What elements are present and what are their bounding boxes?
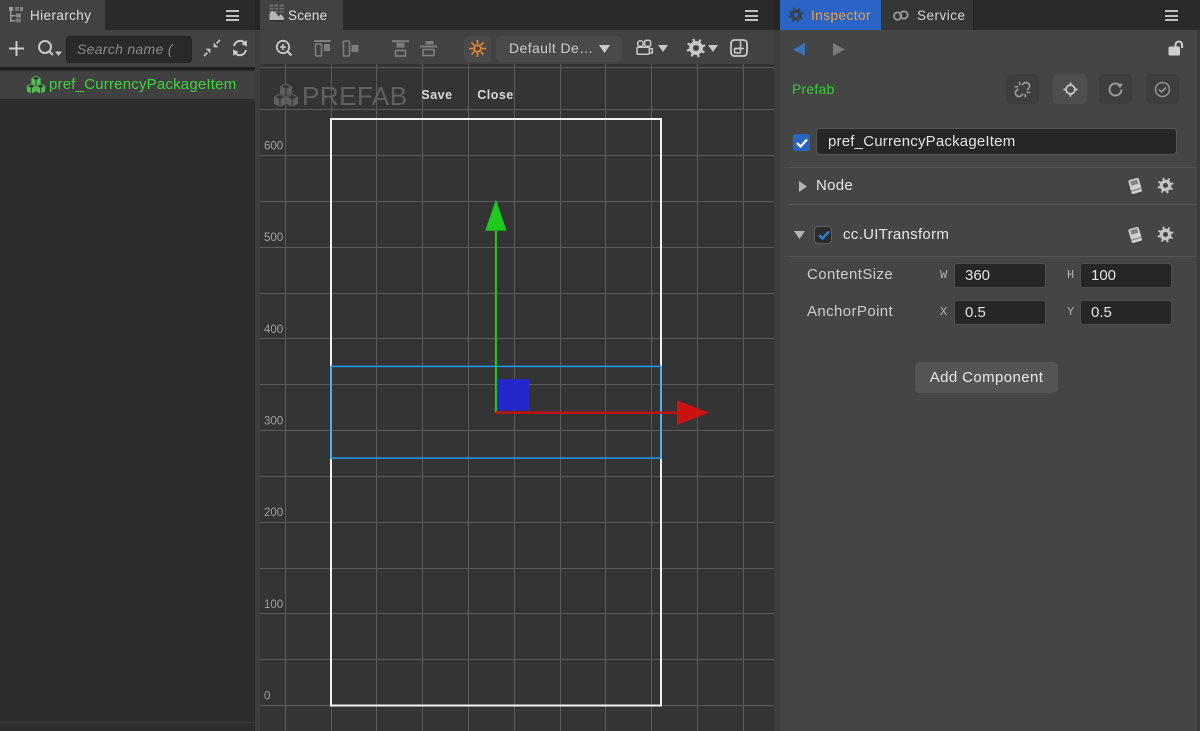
svg-text:100: 100 — [264, 599, 283, 611]
svg-text:500: 500 — [264, 232, 283, 244]
svg-text:400: 400 — [264, 324, 283, 336]
svg-text:PREFAB: PREFAB — [302, 81, 408, 111]
svg-text:Save: Save — [421, 88, 452, 102]
svg-text:0: 0 — [264, 691, 270, 703]
svg-text:600: 600 — [264, 141, 283, 153]
svg-text:200: 200 — [264, 507, 283, 519]
svg-text:Close: Close — [477, 88, 514, 102]
svg-text:300: 300 — [264, 416, 283, 428]
